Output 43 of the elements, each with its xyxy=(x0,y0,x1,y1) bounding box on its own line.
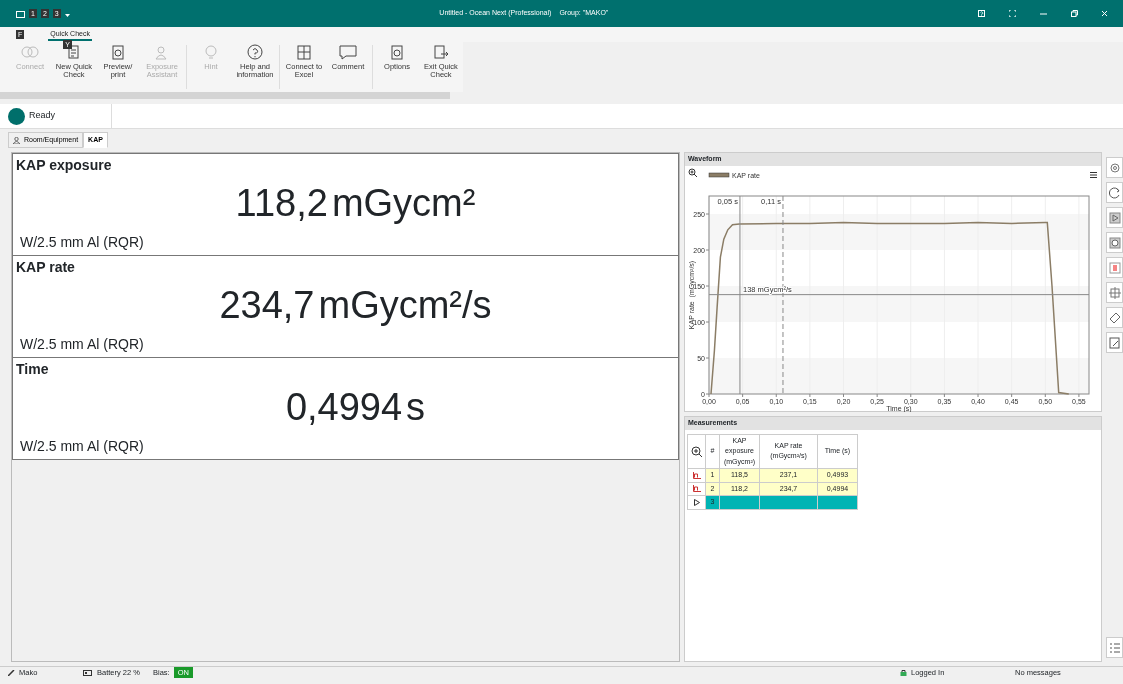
filter-label: W/2.5 mm Al (RQR) xyxy=(20,233,144,252)
play-icon[interactable] xyxy=(1108,211,1121,224)
reading-value: 0,4994 xyxy=(285,385,403,429)
fit-icon[interactable] xyxy=(1108,286,1121,299)
zoom-icon[interactable] xyxy=(691,445,702,457)
tag-icon[interactable] xyxy=(1108,311,1121,324)
notepad-pencil-icon[interactable] xyxy=(1108,336,1121,349)
question-icon xyxy=(245,44,265,61)
cursor-line[interactable] xyxy=(708,293,1090,295)
minimize-icon[interactable] xyxy=(1040,10,1047,17)
caret-icon[interactable] xyxy=(64,14,70,18)
fullscreen-icon[interactable] xyxy=(1009,10,1016,17)
pen-icon xyxy=(8,669,15,676)
menu-icon[interactable] xyxy=(1090,171,1097,178)
spreadsheet-icon xyxy=(294,44,314,61)
reading-unit: mGycm² xyxy=(331,181,476,225)
row-pointer-icon xyxy=(693,498,700,506)
close-icon[interactable] xyxy=(1102,10,1107,17)
chart-icon xyxy=(692,471,701,479)
reading-unit: mGycm²/s xyxy=(318,283,492,327)
speech-bubble-icon xyxy=(338,44,358,61)
record-icon[interactable] xyxy=(1108,236,1121,249)
battery-icon xyxy=(83,669,93,676)
status-text: Ready xyxy=(29,109,55,123)
zoom-icon[interactable] xyxy=(688,167,697,177)
chart-icon xyxy=(692,485,701,493)
reading-title: KAP exposure xyxy=(15,156,113,175)
lock-icon xyxy=(900,669,907,676)
reading-value: 234,7 xyxy=(219,283,315,327)
gear-icon[interactable] xyxy=(1108,161,1121,174)
reading-title: KAP rate xyxy=(15,258,76,277)
person-icon xyxy=(13,136,20,144)
filter-label: W/2.5 mm Al (RQR) xyxy=(20,335,144,354)
connect-icon xyxy=(20,44,40,61)
refresh-icon[interactable] xyxy=(1108,186,1121,199)
exit-document-icon xyxy=(431,44,451,61)
reading-title: Time xyxy=(15,360,50,379)
restore-icon[interactable] xyxy=(1071,10,1078,17)
help-icon[interactable] xyxy=(978,10,985,17)
device-icon xyxy=(16,11,25,18)
reading-unit: s xyxy=(406,385,426,429)
filter-label: W/2.5 mm Al (RQR) xyxy=(20,437,144,456)
reading-value: 118,2 xyxy=(235,181,328,225)
